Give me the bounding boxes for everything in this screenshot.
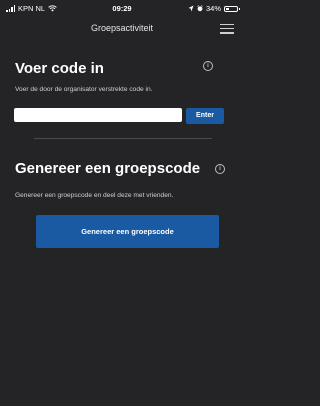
nav-bar: Groepsactiviteit: [0, 16, 244, 40]
info-icon[interactable]: i: [203, 61, 213, 71]
page-title: Groepsactiviteit: [90, 23, 154, 33]
enter-button[interactable]: Enter: [186, 108, 224, 124]
code-input[interactable]: [14, 108, 182, 122]
battery-icon: [224, 5, 240, 12]
generate-code-heading: Genereer een groepscode: [15, 160, 201, 177]
status-bar-right: 34%: [188, 4, 240, 13]
status-bar: KPN NL 09:29 34%: [0, 0, 244, 16]
alarm-icon: [197, 5, 203, 12]
battery-percent: 34%: [205, 4, 221, 13]
info-icon[interactable]: i: [215, 164, 225, 174]
location-arrow-icon: [188, 5, 194, 12]
battery-level: [226, 7, 230, 10]
enter-code-description: Voer de door de organisator verstrekte c…: [15, 86, 153, 93]
generate-code-description: Genereer een groepscode en deel deze met…: [15, 192, 174, 199]
hamburger-menu-icon[interactable]: [220, 24, 234, 34]
enter-code-heading: Voer code in: [15, 60, 104, 77]
divider: [34, 138, 212, 139]
generate-code-button[interactable]: Genereer een groepscode: [36, 215, 219, 248]
